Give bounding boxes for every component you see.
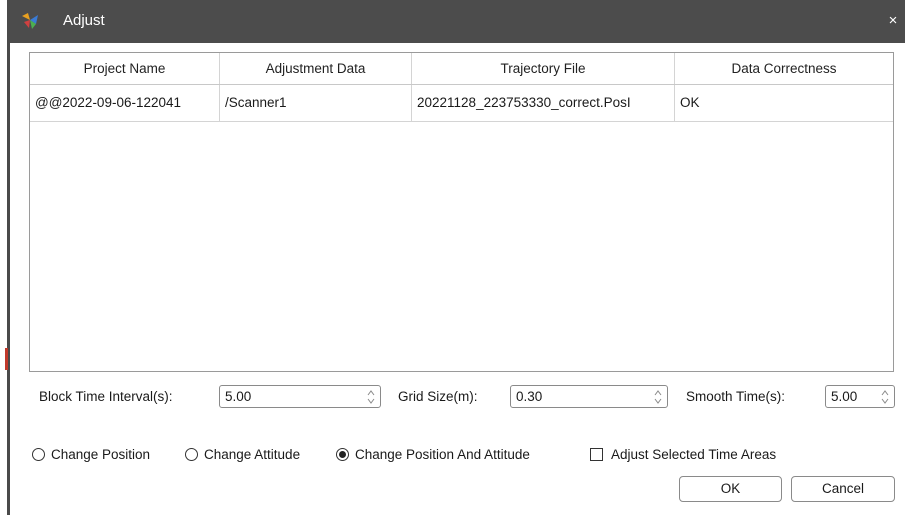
window-edge-marker — [5, 348, 8, 370]
cell-project-name[interactable]: @@2022-09-06-122041 — [30, 85, 220, 121]
close-icon: × — [888, 12, 898, 29]
spin-arrows-icon[interactable] — [880, 389, 890, 405]
cell-data-correctness[interactable]: OK — [675, 85, 893, 121]
title-bar: Adjust × — [10, 0, 905, 43]
change-position-radio[interactable]: Change Position — [32, 444, 150, 464]
adjust-selected-time-areas-label[interactable]: Adjust Selected Time Areas — [611, 447, 776, 462]
block-time-interval-value: 5.00 — [225, 389, 252, 404]
change-position-and-attitude-radio[interactable]: Change Position And Attitude — [336, 444, 530, 464]
column-header-trajectory-file[interactable]: Trajectory File — [412, 53, 675, 84]
app-adjust-icon — [22, 13, 38, 29]
change-position-label[interactable]: Change Position — [51, 447, 150, 462]
radio-indicator[interactable] — [185, 447, 198, 461]
change-attitude-radio[interactable]: Change Attitude — [185, 444, 300, 464]
table-header: Project Name Adjustment Data Trajectory … — [30, 53, 893, 85]
parameters-row: Block Time Interval(s): 5.00 Grid Size(m… — [10, 385, 905, 409]
cell-adjustment-data[interactable]: /Scanner1 — [220, 85, 412, 121]
cancel-button[interactable]: Cancel — [791, 476, 895, 502]
grid-size-value: 0.30 — [516, 389, 543, 404]
adjust-table: Project Name Adjustment Data Trajectory … — [29, 52, 894, 372]
spin-arrows-icon[interactable] — [653, 389, 663, 405]
spin-arrows-icon[interactable] — [366, 389, 376, 405]
adjust-selected-time-areas-checkbox[interactable]: Adjust Selected Time Areas — [590, 444, 776, 464]
smooth-time-spinbox[interactable]: 5.00 — [825, 385, 895, 408]
smooth-time-label: Smooth Time(s): — [686, 389, 786, 404]
checkbox-indicator[interactable] — [590, 447, 603, 461]
close-button[interactable]: × — [883, 10, 903, 32]
adjust-dialog: Adjust × Project Name Adjustment Data Tr… — [10, 0, 905, 515]
block-time-interval-label: Block Time Interval(s): — [39, 389, 173, 404]
block-time-interval-spinbox[interactable]: 5.00 — [219, 385, 381, 408]
background-window-edge — [0, 0, 10, 515]
change-attitude-label[interactable]: Change Attitude — [204, 447, 300, 462]
change-position-and-attitude-label[interactable]: Change Position And Attitude — [355, 447, 530, 462]
column-header-project-name[interactable]: Project Name — [30, 53, 220, 84]
column-header-data-correctness[interactable]: Data Correctness — [675, 53, 893, 84]
smooth-time-value: 5.00 — [831, 389, 858, 404]
options-row: Change Position Change Attitude Change P… — [10, 444, 905, 464]
radio-indicator[interactable] — [32, 447, 45, 461]
cell-trajectory-file[interactable]: 20221128_223753330_correct.PosI — [412, 85, 675, 121]
column-header-adjustment-data[interactable]: Adjustment Data — [220, 53, 412, 84]
radio-indicator-selected[interactable] — [336, 447, 349, 461]
grid-size-label: Grid Size(m): — [398, 389, 478, 404]
table-row[interactable]: @@2022-09-06-122041 /Scanner1 20221128_2… — [30, 85, 893, 122]
window-title: Adjust — [63, 12, 105, 29]
grid-size-spinbox[interactable]: 0.30 — [510, 385, 668, 408]
ok-button[interactable]: OK — [679, 476, 782, 502]
